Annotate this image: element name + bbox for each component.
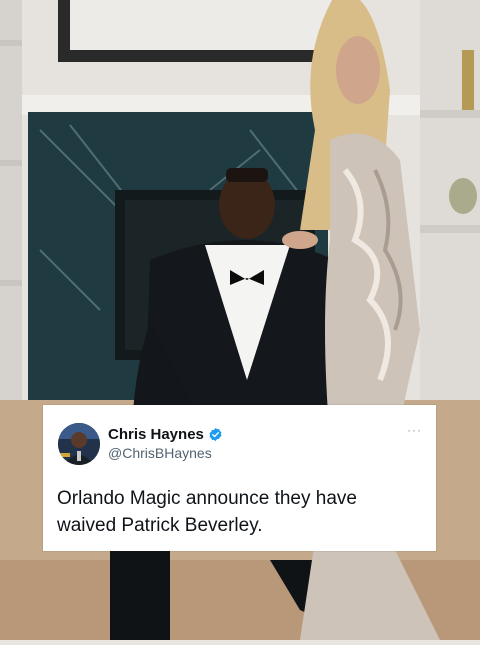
tweet-card[interactable]: Chris Haynes @ChrisBHaynes ··· Orlando M…: [43, 405, 436, 551]
avatar[interactable]: [58, 423, 100, 465]
verified-badge-icon: [208, 427, 223, 442]
tweet-text: Orlando Magic announce they have waived …: [57, 488, 357, 536]
author-handle[interactable]: @ChrisBHaynes: [108, 445, 212, 461]
author-display-name[interactable]: Chris Haynes: [108, 426, 204, 443]
author-name-row: Chris Haynes: [108, 424, 223, 444]
more-options-icon[interactable]: ···: [407, 423, 422, 437]
